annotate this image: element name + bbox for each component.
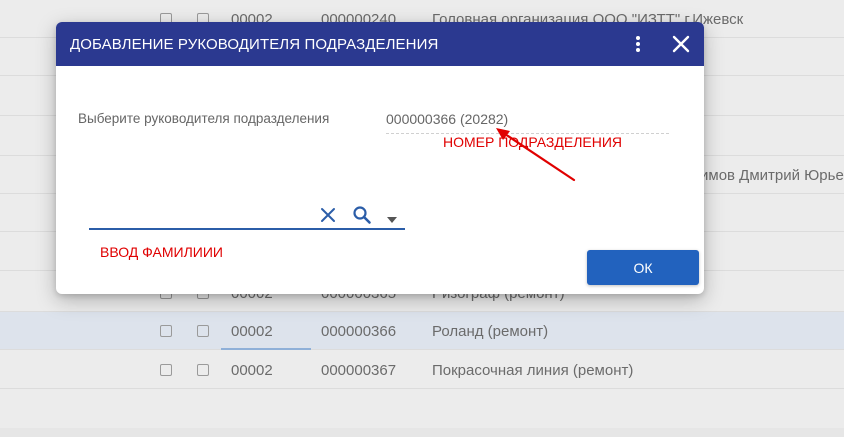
cell-focus-underline [221, 348, 311, 350]
annotation-surname-label: ВВОД ФАМИЛИИИ [100, 244, 223, 260]
table-cell: Роланд (ремонт) [432, 323, 549, 340]
row-checkbox[interactable] [160, 364, 172, 376]
clear-icon[interactable] [320, 207, 336, 223]
dialog-header: ДОБАВЛЕНИЕ РУКОВОДИТЕЛЯ ПОДРАЗДЕЛЕНИЯ [56, 22, 704, 66]
table-cell: 00002 [231, 362, 273, 379]
table-cell: 00002 [231, 323, 273, 340]
row-checkbox[interactable] [197, 364, 209, 376]
row-checkbox[interactable] [197, 325, 209, 337]
dialog-title: ДОБАВЛЕНИЕ РУКОВОДИТЕЛЯ ПОДРАЗДЕЛЕНИЯ [70, 36, 439, 53]
search-icon[interactable] [352, 205, 372, 225]
table-footer [0, 428, 844, 437]
table-row[interactable]: 00002 000000367 Покрасочная линия (ремон… [0, 351, 844, 389]
more-vert-icon[interactable] [630, 34, 646, 54]
close-icon[interactable] [670, 33, 692, 55]
annotation-arrow [496, 128, 576, 182]
ok-button[interactable]: ОК [587, 250, 699, 285]
table-cell: 000000366 [321, 323, 397, 340]
row-checkbox[interactable] [160, 325, 172, 337]
surname-search-input[interactable] [89, 200, 318, 230]
add-head-dialog: ДОБАВЛЕНИЕ РУКОВОДИТЕЛЯ ПОДРАЗДЕЛЕНИЯ Вы… [56, 22, 704, 294]
table-cell: имов Дмитрий Юрьев [700, 167, 844, 184]
dropdown-arrow-icon[interactable] [386, 211, 398, 223]
table-cell: Покрасочная линия (ремонт) [432, 362, 634, 379]
surname-search [89, 200, 405, 230]
table-cell: 000000367 [321, 362, 397, 379]
table-row-selected[interactable]: 00002 000000366 Роланд (ремонт) [0, 312, 844, 350]
search-underline [89, 228, 405, 230]
head-field-label: Выберите руководителя подразделения [78, 111, 330, 126]
